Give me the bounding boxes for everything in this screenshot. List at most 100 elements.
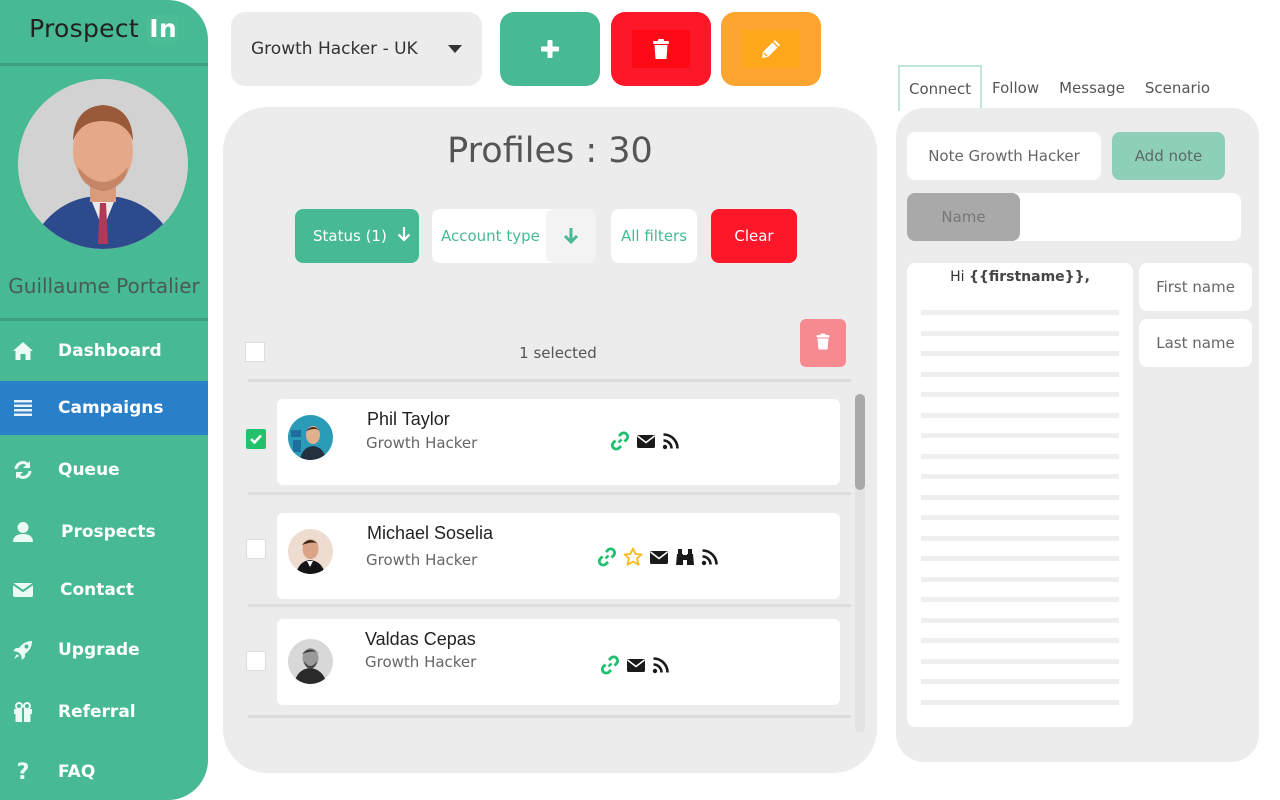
star-icon[interactable] [623, 547, 643, 571]
profile-photo-icon [288, 529, 333, 574]
first-name-variable-button[interactable]: First name [1139, 263, 1252, 311]
message-placeholder-line [921, 453, 1119, 459]
refresh-icon [0, 459, 46, 481]
caret-down-icon [448, 45, 462, 53]
all-filters-label: All filters [620, 227, 688, 245]
user-avatar[interactable] [18, 79, 188, 249]
profile-avatar [288, 529, 333, 574]
question-icon: ? [16, 759, 30, 785]
link-icon[interactable] [610, 431, 630, 455]
delete-selected-button[interactable] [800, 319, 846, 367]
sidebar-item-label: FAQ [58, 762, 96, 782]
profile-row[interactable]: Phil Taylor Growth Hacker [277, 399, 840, 485]
message-placeholder-line [921, 474, 1119, 479]
profiles-count-title: Profiles : 30 [447, 131, 653, 171]
note-input[interactable]: Note Growth Hacker [907, 132, 1101, 180]
name-chip[interactable]: Name [907, 193, 1020, 241]
greeting-prefix: Hi [950, 269, 969, 285]
message-placeholder-line [921, 392, 1119, 397]
add-campaign-button[interactable] [500, 12, 600, 86]
profile-name: Phil Taylor [367, 409, 450, 429]
profile-avatar [288, 639, 333, 684]
divider [248, 604, 851, 607]
all-filters-button[interactable]: All filters [611, 209, 697, 263]
rss-icon[interactable] [701, 548, 719, 570]
row-checkbox[interactable] [246, 429, 266, 449]
row-checkbox[interactable] [246, 539, 266, 559]
account-type-filter-label: Account type [441, 227, 540, 245]
message-greeting: Hi {{firstname}}, [907, 269, 1133, 285]
sidebar-item-contact[interactable]: Contact [0, 563, 208, 617]
sidebar-item-referral[interactable]: Referral [0, 685, 208, 739]
status-filter-label: Status (1) [313, 227, 387, 245]
message-editor[interactable]: Hi {{firstname}}, [907, 263, 1133, 727]
profile-title: Growth Hacker [366, 434, 478, 452]
divider [248, 715, 851, 718]
profile-actions [610, 431, 680, 455]
profiles-panel: Profiles : 30 Status (1) Account type Al… [223, 107, 877, 773]
binoculars-icon[interactable] [675, 548, 695, 570]
list-icon [0, 399, 46, 417]
envelope-icon[interactable] [636, 433, 656, 453]
account-type-filter-button[interactable]: Account type [432, 209, 596, 263]
sidebar-item-campaigns[interactable]: Campaigns [0, 381, 208, 435]
profile-actions [597, 547, 719, 571]
message-placeholder-line [921, 433, 1119, 438]
row-checkbox[interactable] [246, 651, 266, 671]
profile-photo-icon [288, 415, 333, 460]
name-field[interactable]: Name [907, 193, 1241, 241]
envelope-icon[interactable] [649, 549, 669, 569]
action-tabs: Connect Follow Message Scenario [898, 65, 1220, 111]
message-placeholder-line [921, 617, 1119, 623]
message-placeholder-line [921, 330, 1119, 336]
edit-campaign-button[interactable] [721, 12, 821, 86]
status-filter-button[interactable]: Status (1) [295, 209, 419, 263]
campaign-select-value: Growth Hacker - UK [251, 39, 418, 59]
logo-badge: In [147, 14, 179, 43]
pencil-icon [742, 30, 800, 68]
rocket-icon [0, 639, 46, 661]
rss-icon[interactable] [662, 432, 680, 454]
profile-row[interactable]: Michael Soselia Growth Hacker [277, 513, 840, 599]
sidebar-item-dashboard[interactable]: Dashboard [0, 324, 208, 378]
sidebar-item-upgrade[interactable]: Upgrade [0, 623, 208, 677]
tab-connect[interactable]: Connect [898, 65, 983, 111]
tab-message[interactable]: Message [1049, 65, 1135, 111]
tab-follow[interactable]: Follow [982, 65, 1049, 111]
sidebar-item-queue[interactable]: Queue [0, 443, 208, 497]
link-icon[interactable] [600, 655, 620, 679]
sidebar-item-prospects[interactable]: Prospects [0, 505, 208, 559]
app-logo[interactable]: Prospect In [0, 14, 208, 43]
message-placeholder-line [921, 679, 1119, 684]
message-placeholder-line [921, 658, 1119, 664]
profile-name: Michael Soselia [367, 523, 494, 543]
divider [248, 379, 851, 382]
add-note-button[interactable]: Add note [1112, 132, 1225, 180]
trash-icon [816, 333, 830, 354]
message-placeholder-line [921, 597, 1119, 602]
message-placeholder-line [921, 412, 1119, 418]
message-placeholder-line [921, 535, 1119, 541]
message-placeholder-line [921, 371, 1119, 377]
tab-scenario[interactable]: Scenario [1135, 65, 1220, 111]
clear-filters-button[interactable]: Clear [711, 209, 797, 263]
profile-photo-icon [288, 639, 333, 684]
delete-campaign-button[interactable] [611, 12, 711, 86]
sidebar-divider [0, 63, 208, 66]
user-photo-icon [18, 79, 188, 249]
last-name-variable-button[interactable]: Last name [1139, 319, 1252, 367]
profile-row[interactable]: Valdas Cepas Growth Hacker [277, 619, 840, 705]
message-placeholder-line [921, 576, 1119, 582]
rss-icon[interactable] [652, 656, 670, 678]
profile-title: Growth Hacker [365, 653, 477, 671]
user-name: Guillaume Portalier [8, 274, 200, 298]
selection-count: 1 selected [519, 344, 597, 362]
link-icon[interactable] [597, 547, 617, 571]
check-icon [250, 434, 262, 444]
campaign-select[interactable]: Growth Hacker - UK [231, 12, 482, 86]
profile-title: Growth Hacker [366, 551, 478, 569]
sidebar-item-faq[interactable]: ? FAQ [0, 745, 208, 799]
envelope-icon[interactable] [626, 657, 646, 677]
firstname-variable: {{firstname}}, [968, 269, 1090, 285]
list-scrollbar-thumb[interactable] [855, 394, 865, 490]
